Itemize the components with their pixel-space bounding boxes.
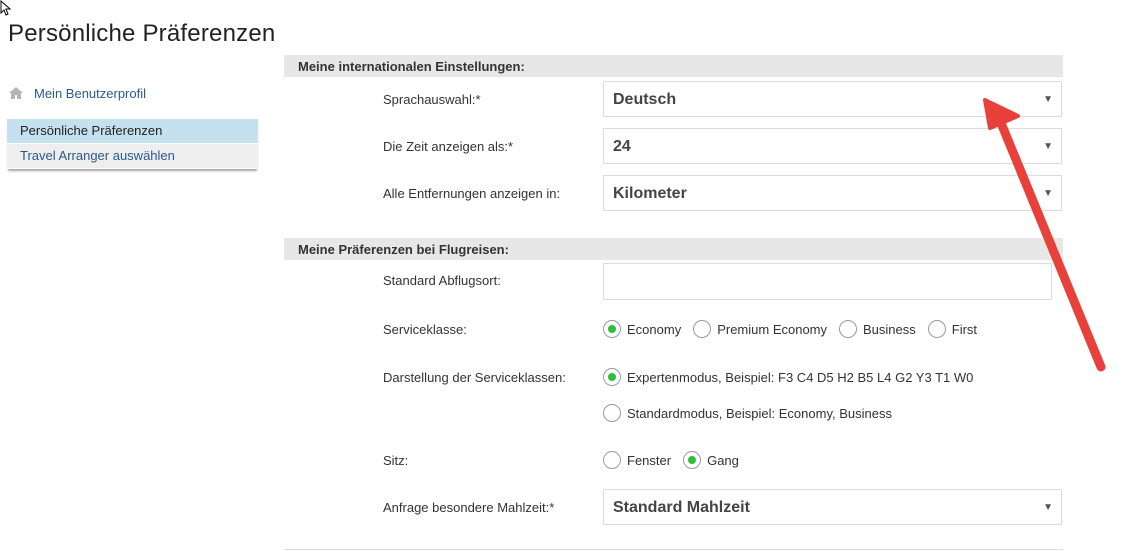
class-display-option-expert-row[interactable]: Expertenmodus, Beispiel: F3 C4 D5 H2 B5 … (603, 368, 973, 386)
radio-label: Fenster (627, 452, 672, 468)
seat-label: Sitz: (383, 453, 409, 468)
radio-checked-icon[interactable] (603, 320, 621, 338)
radio-label: Gang (707, 452, 739, 468)
divider (284, 549, 1063, 550)
seat-radio-group: Fenster Gang (603, 451, 751, 469)
departure-label: Standard Abflugsort: (383, 273, 501, 288)
radio-unchecked-icon[interactable] (839, 320, 858, 338)
caret-down-icon: ▼ (1043, 94, 1053, 105)
time-format-select[interactable]: 24 ▼ (603, 128, 1062, 164)
radio-label: Expertenmodus, Beispiel: F3 C4 D5 H2 B5 … (627, 369, 974, 385)
caret-down-icon: ▼ (1043, 141, 1053, 152)
meal-request-select[interactable]: Standard Mahlzeit ▼ (603, 489, 1062, 525)
service-class-label: Serviceklasse: (383, 322, 467, 337)
radio-label: First (951, 321, 978, 337)
service-class-option-premium-economy[interactable]: Premium Economy (693, 320, 827, 338)
home-icon (9, 87, 23, 99)
service-class-radio-group: Economy Premium Economy Business First (603, 320, 989, 338)
distance-unit-select[interactable]: Kilometer ▼ (603, 175, 1062, 211)
time-format-label: Die Zeit anzeigen als:* (383, 139, 514, 154)
service-class-option-economy[interactable]: Economy (603, 320, 681, 338)
language-select[interactable]: Deutsch ▼ (603, 81, 1062, 117)
service-class-option-first[interactable]: First (927, 320, 978, 338)
sidebar-item-travel-arranger[interactable]: Travel Arranger auswählen (7, 144, 258, 169)
meal-request-select-value: Standard Mahlzeit (613, 499, 750, 516)
distance-unit-select-value: Kilometer (613, 185, 687, 202)
international-settings-header: Meine internationalen Einstellungen: (284, 55, 1063, 77)
service-class-option-business[interactable]: Business (839, 320, 916, 338)
radio-label: Standardmodus, Beispiel: Economy, Busine… (627, 405, 892, 421)
radio-checked-icon[interactable] (683, 451, 702, 469)
class-display-option-standard[interactable]: Standardmodus, Beispiel: Economy, Busine… (603, 404, 904, 422)
radio-unchecked-icon[interactable] (693, 320, 712, 338)
seat-option-aisle[interactable]: Gang (683, 451, 739, 469)
time-format-select-value: 24 (613, 138, 631, 155)
language-select-value: Deutsch (613, 91, 677, 108)
profile-link-label: Mein Benutzerprofil (34, 85, 146, 101)
radio-label: Premium Economy (717, 321, 828, 337)
caret-down-icon: ▼ (1043, 188, 1053, 199)
sidebar-item-personal-preferences[interactable]: Persönliche Präferenzen (7, 119, 258, 144)
language-label: Sprachauswahl:* (383, 92, 481, 107)
radio-label: Economy (627, 321, 682, 337)
class-display-option-standard-row[interactable]: Standardmodus, Beispiel: Economy, Busine… (603, 404, 892, 422)
seat-option-window[interactable]: Fenster (603, 451, 671, 469)
radio-unchecked-icon[interactable] (927, 320, 946, 338)
sidebar-menu: Persönliche Präferenzen Travel Arranger … (7, 119, 258, 169)
radio-unchecked-icon[interactable] (603, 404, 621, 422)
radio-label: Business (863, 321, 916, 337)
meal-request-label: Anfrage besondere Mahlzeit:* (383, 500, 555, 515)
departure-input[interactable] (603, 263, 1052, 300)
caret-down-icon: ▼ (1043, 502, 1053, 513)
class-display-option-expert[interactable]: Expertenmodus, Beispiel: F3 C4 D5 H2 B5 … (603, 368, 985, 386)
profile-link[interactable]: Mein Benutzerprofil (8, 84, 146, 102)
page-title: Persönliche Präferenzen (8, 20, 276, 48)
class-display-label: Darstellung der Serviceklassen: (383, 370, 566, 385)
mouse-cursor-icon (0, 0, 12, 16)
distance-unit-label: Alle Entfernungen anzeigen in: (383, 186, 561, 201)
radio-checked-icon[interactable] (603, 368, 621, 386)
flight-preferences-header: Meine Präferenzen bei Flugreisen: (284, 238, 1063, 260)
radio-unchecked-icon[interactable] (603, 451, 621, 469)
